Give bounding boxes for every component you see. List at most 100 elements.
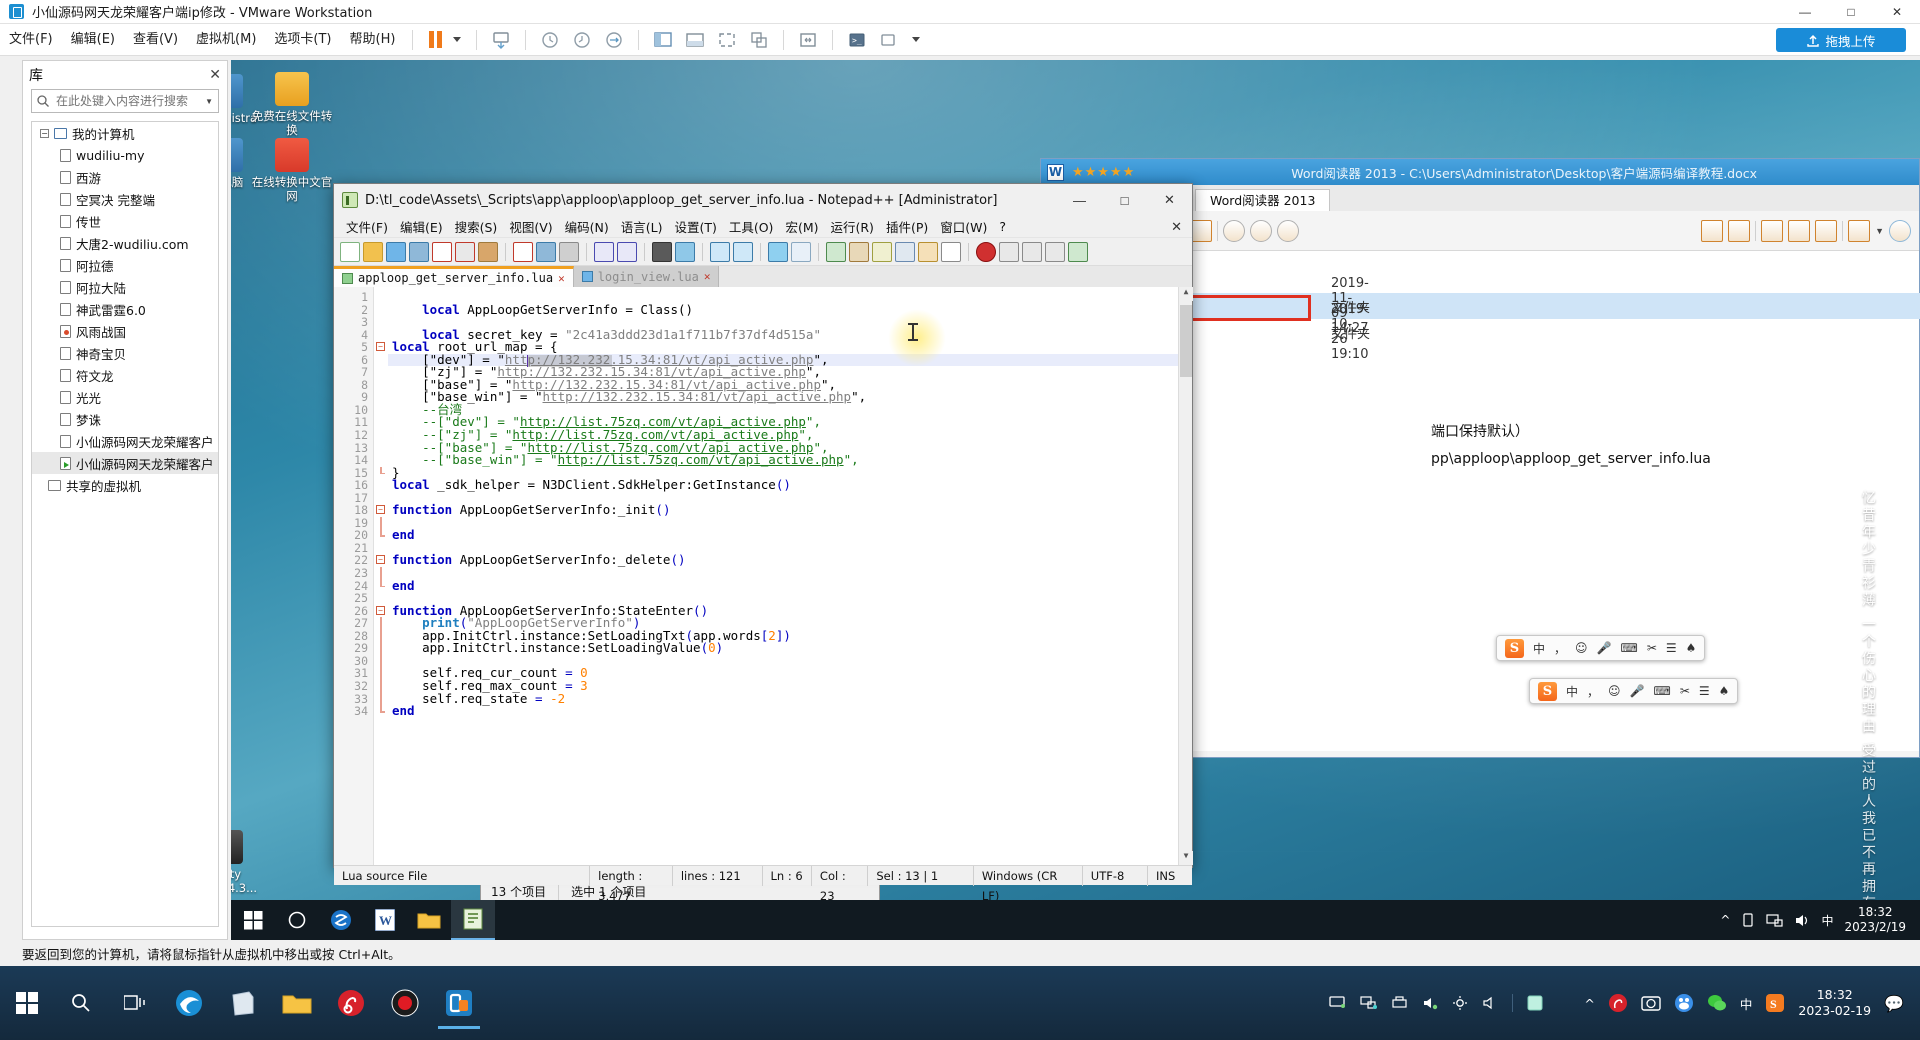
netease-icon[interactable] bbox=[1608, 993, 1628, 1013]
show-console-icon[interactable] bbox=[682, 27, 708, 53]
cortana-icon[interactable] bbox=[275, 900, 319, 940]
close-icon[interactable]: ✕ bbox=[209, 67, 221, 83]
desktop-icon-unity[interactable]: Unity 2017.4.3... bbox=[231, 830, 269, 896]
ime-punct-icon[interactable]: ， bbox=[1587, 683, 1599, 700]
menu-view[interactable]: 查看(V) bbox=[124, 24, 187, 56]
ime-voice-icon[interactable]: 🎤 bbox=[1630, 684, 1645, 698]
npp-menu-window[interactable]: 窗口(W) bbox=[934, 217, 993, 236]
edge-icon[interactable] bbox=[162, 975, 216, 1031]
code-line[interactable] bbox=[388, 567, 1178, 580]
record-macro-icon[interactable] bbox=[976, 241, 996, 262]
prev-page-icon[interactable] bbox=[1701, 219, 1724, 242]
new-file-icon[interactable] bbox=[340, 241, 360, 262]
close-document-icon[interactable]: ✕ bbox=[1171, 219, 1182, 235]
ime-skin-icon[interactable]: ♠ bbox=[1686, 641, 1697, 655]
close-all-icon[interactable] bbox=[455, 241, 475, 262]
notepadpp-toolbar[interactable] bbox=[334, 238, 1192, 266]
menu-vm[interactable]: 虚拟机(M) bbox=[187, 24, 265, 56]
doc-map-icon[interactable] bbox=[918, 241, 938, 262]
word-icon[interactable]: W bbox=[363, 900, 407, 940]
ime-menu-icon[interactable]: ☰ bbox=[1699, 684, 1710, 698]
translate-icon[interactable] bbox=[1848, 219, 1871, 242]
editor-vertical-scrollbar[interactable]: ▲ ▼ bbox=[1178, 287, 1193, 865]
code-line[interactable]: function AppLoopGetServerInfo:_init() bbox=[388, 504, 1178, 517]
sogou-icon[interactable]: S bbox=[1765, 993, 1785, 1013]
menu-tabs[interactable]: 选项卡(T) bbox=[265, 24, 340, 56]
save-icon[interactable] bbox=[386, 241, 406, 262]
npp-menu-encoding[interactable]: 编码(N) bbox=[559, 217, 615, 236]
start-icon[interactable] bbox=[231, 900, 275, 940]
ime-lang-label[interactable]: 中 bbox=[1566, 683, 1578, 700]
monitor-icon[interactable] bbox=[1329, 995, 1347, 1011]
ime-emoji-icon[interactable]: ☺ bbox=[1608, 684, 1621, 698]
network-icon[interactable] bbox=[1360, 995, 1378, 1011]
stop-macro-icon[interactable] bbox=[999, 241, 1019, 262]
code-line[interactable] bbox=[388, 517, 1178, 530]
collapse-icon[interactable]: − bbox=[40, 128, 49, 138]
ime-menu-icon[interactable]: ☰ bbox=[1666, 641, 1677, 655]
ime-emoji-icon[interactable]: ☺ bbox=[1575, 641, 1588, 655]
function-list-icon[interactable] bbox=[941, 241, 961, 262]
library-vm-item[interactable]: 阿拉大陆 bbox=[32, 276, 218, 298]
npp-menu-file[interactable]: 文件(F) bbox=[340, 217, 394, 236]
close-tab-icon[interactable]: ✕ bbox=[558, 272, 565, 285]
library-vm-item[interactable]: 小仙源码网天龙荣耀客户 bbox=[32, 430, 218, 452]
volume-icon[interactable] bbox=[1794, 913, 1810, 928]
host-system-tray[interactable]: ^ 中 S 18:32 2023-02-19 💬 bbox=[1329, 987, 1920, 1020]
ime-toolbar-2[interactable]: S 中 ， ☺ 🎤 ⌨ ✂ ☰ ♠ bbox=[1529, 678, 1739, 704]
baidu-icon[interactable] bbox=[1674, 993, 1694, 1013]
fold-marker[interactable]: − bbox=[374, 554, 388, 567]
show-sidebar-icon[interactable] bbox=[650, 27, 676, 53]
play-macro-icon[interactable] bbox=[1022, 241, 1042, 262]
npp-menu-language[interactable]: 语言(L) bbox=[615, 217, 669, 236]
search-input[interactable] bbox=[54, 93, 194, 109]
ime-clip-icon[interactable]: ✂ bbox=[1647, 641, 1657, 655]
show-all-chars-icon[interactable] bbox=[849, 241, 869, 262]
fold-marker[interactable]: − bbox=[374, 504, 388, 517]
vmware-window-controls[interactable]: — □ ✕ bbox=[1782, 0, 1920, 24]
explorer-icon[interactable] bbox=[407, 900, 451, 940]
unity-mode-icon[interactable] bbox=[746, 27, 772, 53]
tree-root-my-computer[interactable]: − 我的计算机 bbox=[32, 122, 218, 144]
take-snapshot-icon[interactable] bbox=[537, 27, 563, 53]
convert-pdf-icon[interactable] bbox=[1788, 219, 1811, 242]
npp-menu-search[interactable]: 搜索(S) bbox=[449, 217, 504, 236]
paste-icon[interactable] bbox=[559, 241, 579, 262]
ime-voice-icon[interactable]: 🎤 bbox=[1597, 641, 1612, 655]
library-vm-item[interactable]: 光光 bbox=[32, 386, 218, 408]
menu-help[interactable]: 帮助(H) bbox=[341, 24, 405, 56]
word-wrap-icon[interactable] bbox=[826, 241, 846, 262]
code-line[interactable]: app.InitCtrl.instance:SetLoadingValue(0) bbox=[388, 642, 1178, 655]
pause-icon[interactable] bbox=[429, 31, 443, 48]
scroll-up-icon[interactable]: ▲ bbox=[1179, 287, 1193, 301]
note-icon[interactable] bbox=[1526, 994, 1544, 1012]
npp-menu-edit[interactable]: 编辑(E) bbox=[394, 217, 449, 236]
network-icon[interactable] bbox=[1766, 913, 1784, 928]
code-line[interactable]: function AppLoopGetServerInfo:_delete() bbox=[388, 554, 1178, 567]
settings-icon[interactable] bbox=[876, 27, 902, 53]
notepadpp-tabbar[interactable]: apploop_get_server_info.lua ✕ login_view.l… bbox=[334, 266, 1192, 287]
desktop-icon-online-converter[interactable]: 免费在线文件转换 bbox=[249, 72, 335, 138]
zoom-in-icon[interactable] bbox=[1223, 219, 1245, 242]
layout-icon[interactable] bbox=[1761, 219, 1784, 242]
npp-menu-help[interactable]: ? bbox=[993, 219, 1012, 234]
zoom-out-icon[interactable] bbox=[1250, 219, 1272, 242]
close-file-icon[interactable] bbox=[432, 241, 452, 262]
code-editor[interactable]: 1 2 3 4 5 6 7 8 9 10 11 12 13 14 15 16 17 18 19 20 21 22 23 24 2… bbox=[334, 287, 1193, 865]
code-line[interactable]: local AppLoopGetServerInfo = Class() bbox=[388, 303, 1178, 317]
npp-menu-plugins[interactable]: 插件(P) bbox=[880, 217, 934, 236]
copy-icon[interactable] bbox=[536, 241, 556, 262]
code-line[interactable]: end bbox=[388, 704, 1178, 718]
search-icon[interactable] bbox=[54, 975, 108, 1031]
host-clock[interactable]: 18:32 2023-02-19 bbox=[1798, 987, 1871, 1020]
brightness-icon[interactable] bbox=[1452, 995, 1469, 1011]
notepadpp-icon[interactable] bbox=[451, 900, 495, 940]
ime-keyboard-icon[interactable]: ⌨ bbox=[1654, 684, 1671, 698]
code-line[interactable]: end bbox=[388, 579, 1178, 593]
guest-clock[interactable]: 18:32 2023/2/19 bbox=[1844, 905, 1906, 935]
snapshot-manager-icon[interactable] bbox=[488, 27, 514, 53]
library-vm-item[interactable]: 阿拉德 bbox=[32, 254, 218, 276]
library-vm-item[interactable]: 风雨战国 bbox=[32, 320, 218, 342]
revert-snapshot-icon[interactable] bbox=[569, 27, 595, 53]
mute-icon[interactable] bbox=[1482, 995, 1499, 1011]
